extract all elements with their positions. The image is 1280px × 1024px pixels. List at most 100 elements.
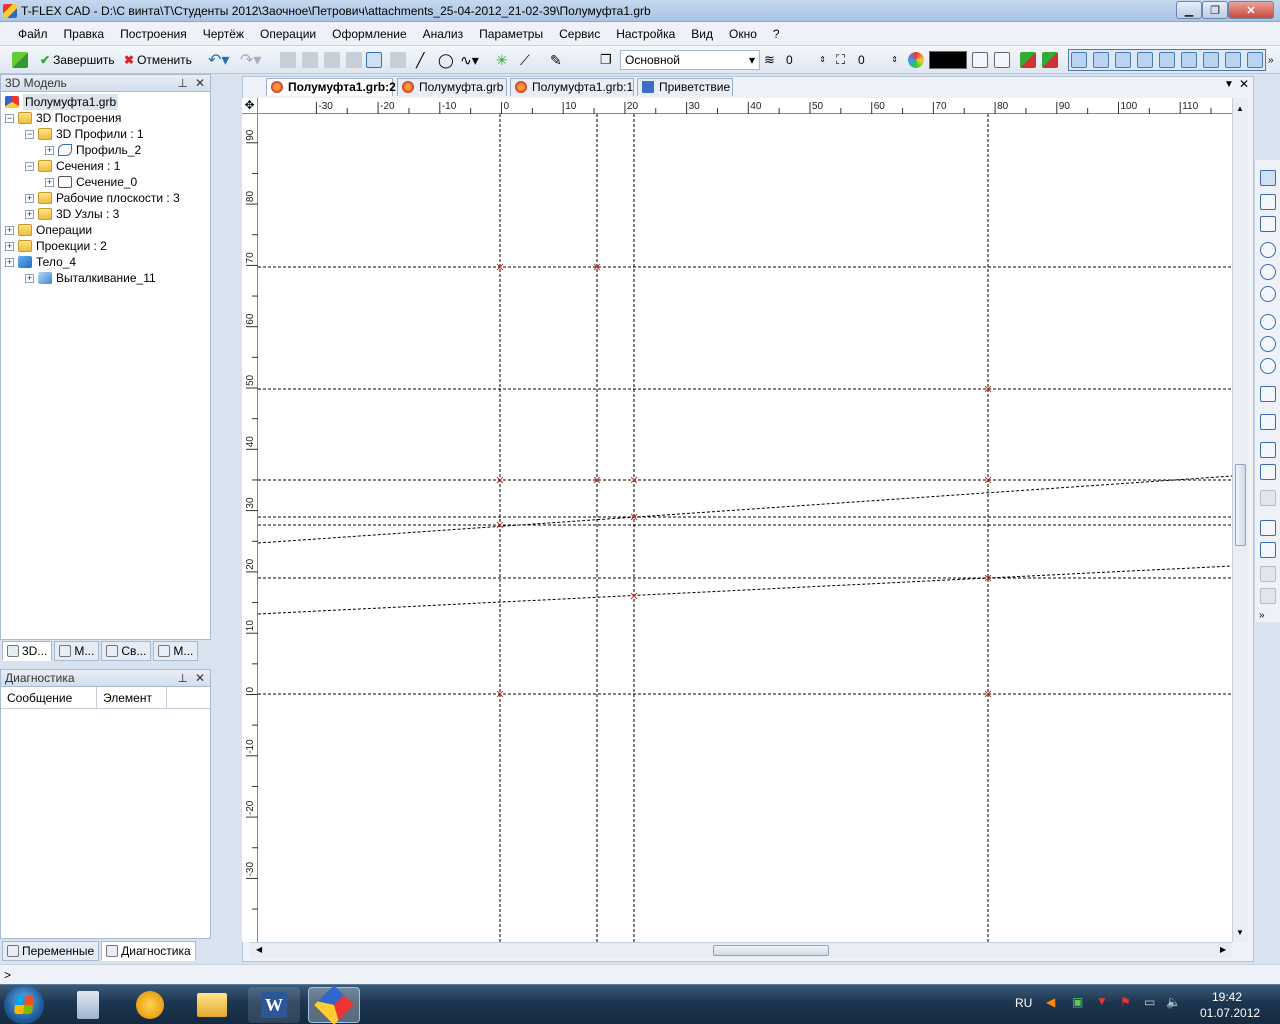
menu-item[interactable]: Построения	[112, 22, 195, 46]
tree-node[interactable]: + Проекции : 2	[5, 238, 107, 254]
inclined-construction-line[interactable]	[258, 565, 1232, 615]
vertical-scroll-thumb[interactable]	[1235, 464, 1246, 546]
zoom-fit-icon[interactable]	[1260, 286, 1276, 302]
model-panel-tab[interactable]: М...	[153, 641, 199, 661]
view-3d-icon[interactable]	[1260, 520, 1276, 536]
tool-disabled-icon[interactable]	[390, 52, 406, 68]
model-panel-tab[interactable]: Св...	[101, 641, 152, 661]
snap-node-icon[interactable]	[1071, 52, 1087, 68]
ruler-origin-icon[interactable]: ✥	[242, 98, 258, 114]
maximize-button[interactable]: ❐	[1202, 1, 1228, 19]
document-tab[interactable]: Полумуфта1.grb:1	[510, 78, 634, 96]
clock-time[interactable]: 19:42	[1212, 990, 1242, 1004]
grid-icon[interactable]	[366, 52, 382, 68]
pin-icon[interactable]	[1260, 194, 1276, 210]
menu-item[interactable]: Анализ	[415, 22, 472, 46]
construction-node[interactable]	[630, 476, 638, 484]
language-indicator[interactable]: RU	[1015, 996, 1032, 1010]
tree-node[interactable]: + Выталкивание_11	[25, 270, 156, 286]
finish-button[interactable]: ✔ Завершить	[40, 50, 115, 70]
taskbar-calculator[interactable]	[62, 987, 114, 1023]
expand-icon[interactable]: +	[25, 273, 34, 283]
tree-node[interactable]: − Сечения : 1	[25, 158, 120, 174]
edit-red-icon[interactable]	[1260, 442, 1276, 458]
horizontal-scroll-thumb[interactable]	[713, 945, 829, 956]
antivirus-icon[interactable]: ▼	[1096, 994, 1108, 1008]
vertical-scrollbar[interactable]: ▲ ▼	[1232, 98, 1248, 942]
tool-disabled-icon[interactable]	[1260, 588, 1276, 604]
tool-disabled-icon[interactable]	[280, 52, 296, 68]
menu-item[interactable]: Правка	[56, 22, 113, 46]
close-button[interactable]: ✕	[1228, 1, 1274, 19]
tree-node[interactable]: + Операции	[5, 222, 92, 238]
tree-node[interactable]: − 3D Профили : 1	[25, 126, 144, 142]
menu-item[interactable]: Оформление	[324, 22, 414, 46]
menu-item[interactable]: Сервис	[551, 22, 608, 46]
drawing-canvas[interactable]	[258, 114, 1232, 942]
scroll-right-icon[interactable]: ▶	[1220, 945, 1226, 954]
close-document-icon[interactable]: ✕	[1239, 77, 1249, 91]
menu-item[interactable]: Параметры	[471, 22, 551, 46]
scroll-left-icon[interactable]: ◀	[256, 945, 262, 954]
menu-item[interactable]: Файл	[10, 22, 56, 46]
layer-select[interactable]: Основной ▾	[620, 50, 760, 70]
tree-node[interactable]: + Рабочие плоскости : 3	[25, 190, 180, 206]
color-palette-icon[interactable]	[908, 52, 924, 68]
tree-node[interactable]: + Профиль_2	[45, 142, 141, 158]
network-icon[interactable]: ▣	[1072, 995, 1083, 1009]
node-tool-icon[interactable]: ✳	[496, 50, 508, 70]
model-panel-tab[interactable]: М...	[54, 641, 100, 661]
zoom-all-icon[interactable]	[1260, 314, 1276, 330]
menu-item[interactable]: Настройка	[608, 22, 683, 46]
double-check-icon[interactable]	[12, 52, 28, 68]
construction-node[interactable]	[496, 476, 504, 484]
minimize-button[interactable]: ▁	[1176, 1, 1202, 19]
diag-panel-tab[interactable]: Переменные	[2, 941, 100, 961]
taskbar-explorer[interactable]	[186, 987, 238, 1023]
expand-icon[interactable]: +	[25, 193, 34, 203]
snap-intersection-icon[interactable]	[1093, 52, 1109, 68]
snap-hatch-icon[interactable]	[1137, 52, 1153, 68]
expand-icon[interactable]: +	[5, 257, 14, 267]
taskbar-messenger[interactable]	[124, 987, 176, 1023]
collapse-icon[interactable]: −	[5, 113, 14, 123]
drawing-svg[interactable]	[258, 114, 1232, 942]
snap-graph-icon[interactable]	[1225, 52, 1241, 68]
tree-node[interactable]: − 3D Построения	[5, 110, 121, 126]
circle-tool-icon[interactable]: ◯	[438, 50, 454, 70]
model-panel-tab[interactable]: 3D...	[2, 641, 53, 661]
diag-panel-tab[interactable]: Диагностика	[101, 941, 196, 961]
magnet-icon[interactable]	[1260, 216, 1276, 232]
taskbar-word[interactable]: W	[248, 987, 300, 1023]
tree-node[interactable]: + Сечение_0	[45, 174, 137, 190]
scroll-up-icon[interactable]: ▲	[1236, 104, 1244, 113]
tool-disabled-icon[interactable]	[324, 52, 340, 68]
flag-alert-icon[interactable]: ⚑	[1120, 995, 1131, 1009]
collapse-icon[interactable]: −	[25, 129, 34, 139]
tree-node[interactable]: +3D Узлы : 3	[25, 206, 119, 222]
scroll-down-icon[interactable]: ▼	[1236, 928, 1244, 937]
cancel-button[interactable]: ✖ Отменить	[124, 50, 192, 70]
volume-icon[interactable]: 🔈	[1166, 995, 1181, 1009]
clock-date[interactable]: 01.07.2012	[1200, 1006, 1260, 1020]
color-dropdown-icon[interactable]	[972, 52, 988, 68]
speaker-alert-icon[interactable]: ◀	[1046, 995, 1055, 1009]
snap-line-icon[interactable]	[1115, 52, 1131, 68]
menu-item[interactable]: Вид	[683, 22, 721, 46]
redo-icon[interactable]: ↷▾	[240, 50, 261, 70]
expand-icon[interactable]: +	[5, 241, 14, 251]
taskbar-tflex[interactable]	[308, 985, 360, 1024]
document-tab[interactable]: Приветствие	[637, 78, 733, 96]
snap-off-icon[interactable]	[1042, 52, 1058, 68]
pen-icon[interactable]: ✎	[550, 50, 562, 70]
spline-tool-icon[interactable]: ∿▾	[460, 50, 479, 70]
construction-node[interactable]	[630, 592, 638, 600]
pan-icon[interactable]	[1260, 386, 1276, 402]
expand-icon[interactable]: +	[5, 225, 14, 235]
close-icon[interactable]: ✕	[195, 670, 205, 686]
pin-icon[interactable]: ⊥	[178, 670, 188, 686]
expand-icon[interactable]: +	[25, 209, 34, 219]
cube-icon[interactable]	[1260, 542, 1276, 558]
tool-disabled-icon[interactable]	[1260, 490, 1276, 506]
display-icon[interactable]: ▭	[1144, 995, 1155, 1009]
